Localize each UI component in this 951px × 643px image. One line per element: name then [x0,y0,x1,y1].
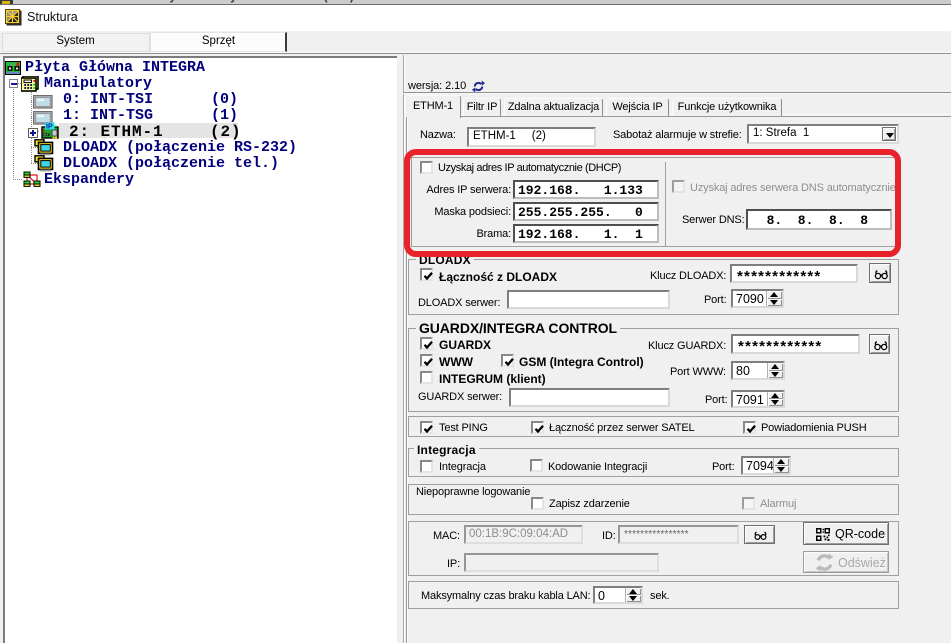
svg-text:IP: IP [46,124,53,131]
